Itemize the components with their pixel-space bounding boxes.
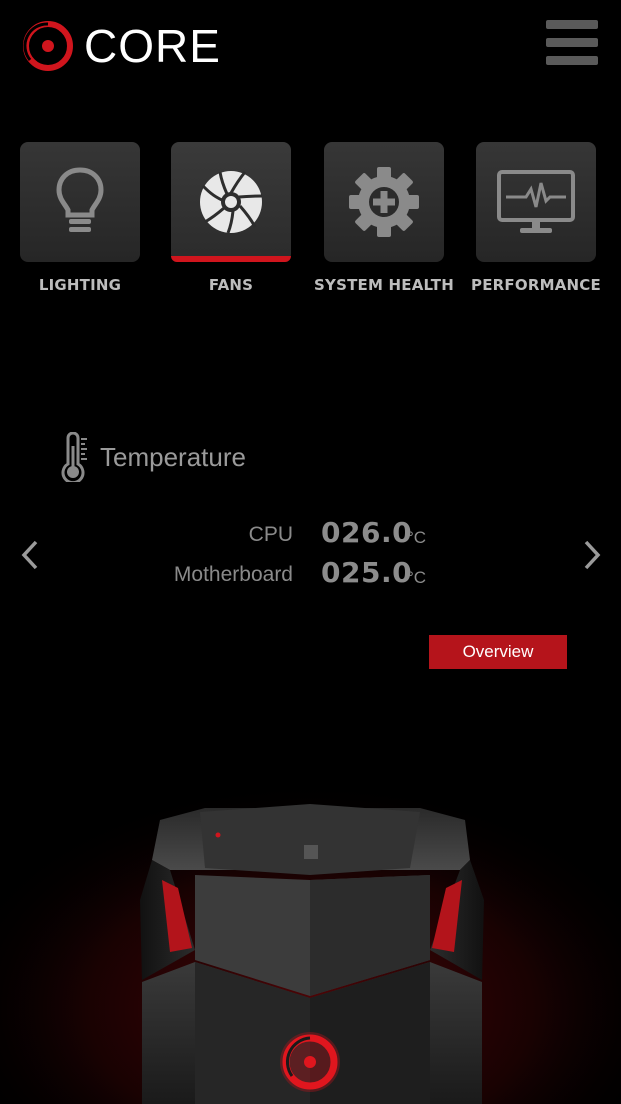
hamburger-icon bbox=[546, 20, 598, 29]
gear-plus-icon bbox=[349, 167, 419, 237]
tab-system-health[interactable] bbox=[324, 142, 444, 262]
tab-performance[interactable] bbox=[476, 142, 596, 262]
cpu-label: CPU bbox=[248, 523, 293, 546]
tab-label-performance: PERFORMANCE bbox=[471, 276, 601, 294]
cpu-temperature-unit: °C bbox=[407, 528, 427, 547]
tab-label-lighting: LIGHTING bbox=[38, 276, 122, 294]
tab-lighting[interactable] bbox=[20, 142, 140, 262]
menu-button[interactable] bbox=[544, 20, 600, 66]
motherboard-label: Motherboard bbox=[173, 563, 293, 586]
core-logo-icon bbox=[23, 21, 73, 71]
motherboard-temperature-value: 025.0 bbox=[321, 556, 413, 589]
overview-button[interactable]: Overview bbox=[429, 635, 567, 669]
tab-fans[interactable] bbox=[171, 142, 291, 262]
app-screen: CORE LIGHTING FANS SYSTEM HEALTH PERFORM… bbox=[0, 0, 621, 1104]
temperature-title: Temperature bbox=[100, 441, 246, 472]
lightbulb-icon bbox=[56, 167, 104, 232]
pc-case-image bbox=[0, 720, 621, 1104]
hamburger-icon-bar bbox=[546, 56, 598, 65]
motherboard-temperature-unit: °C bbox=[407, 568, 427, 587]
logo-text: CORE bbox=[84, 20, 221, 72]
fan-icon bbox=[200, 171, 263, 234]
brand-logo: CORE bbox=[22, 20, 221, 72]
thermometer-icon bbox=[61, 432, 87, 482]
next-button[interactable] bbox=[576, 538, 606, 572]
chevron-left-icon bbox=[21, 540, 38, 570]
chevron-right-icon bbox=[584, 540, 601, 570]
temperature-header: Temperature bbox=[60, 432, 246, 482]
previous-button[interactable] bbox=[16, 538, 46, 572]
hamburger-icon-bar bbox=[546, 38, 598, 47]
cpu-temperature-value: 026.0 bbox=[321, 516, 413, 549]
tab-label-fans: FANS bbox=[208, 276, 254, 294]
monitor-pulse-icon bbox=[497, 170, 575, 233]
tab-label-system-health: SYSTEM HEALTH bbox=[314, 276, 454, 294]
